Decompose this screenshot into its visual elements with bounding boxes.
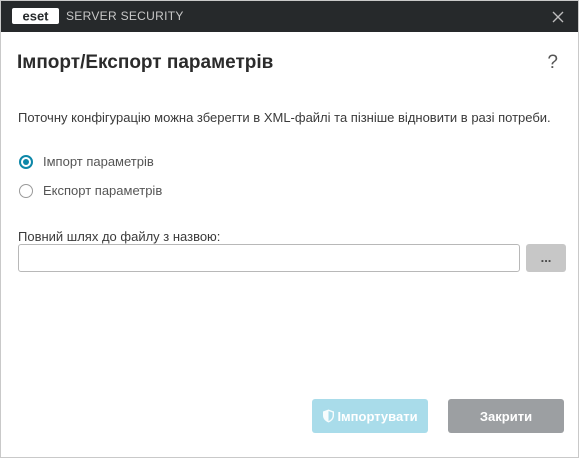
dialog-window: eset SERVER SECURITY Імпорт/Експорт пара… bbox=[0, 0, 579, 458]
close-icon[interactable] bbox=[548, 7, 568, 27]
description-text: Поточну конфігурацію можна зберегти в XM… bbox=[18, 110, 551, 125]
import-radio-label: Імпорт параметрів bbox=[43, 154, 154, 169]
import-button[interactable]: Імпортувати bbox=[312, 399, 428, 433]
file-path-input[interactable] bbox=[18, 244, 520, 272]
browse-button[interactable]: ... bbox=[526, 244, 566, 272]
import-button-label: Імпортувати bbox=[337, 408, 418, 424]
page-title: Імпорт/Експорт параметрів bbox=[17, 52, 274, 73]
help-icon[interactable]: ? bbox=[547, 52, 558, 74]
svg-text:eset: eset bbox=[22, 9, 49, 24]
export-option[interactable]: Експорт параметрів bbox=[19, 182, 162, 200]
product-name: SERVER SECURITY bbox=[66, 9, 184, 23]
eset-logo-icon: eset bbox=[12, 8, 59, 24]
import-radio[interactable] bbox=[19, 155, 33, 169]
titlebar[interactable]: eset SERVER SECURITY bbox=[1, 1, 578, 32]
file-path-label: Повний шлях до файлу з назвою: bbox=[18, 229, 221, 244]
export-radio[interactable] bbox=[19, 184, 33, 198]
import-option[interactable]: Імпорт параметрів bbox=[19, 153, 154, 171]
export-radio-label: Експорт параметрів bbox=[43, 183, 163, 198]
close-button-label: Закрити bbox=[479, 408, 533, 424]
shield-icon bbox=[322, 409, 335, 423]
close-button[interactable]: Закрити bbox=[448, 399, 564, 433]
